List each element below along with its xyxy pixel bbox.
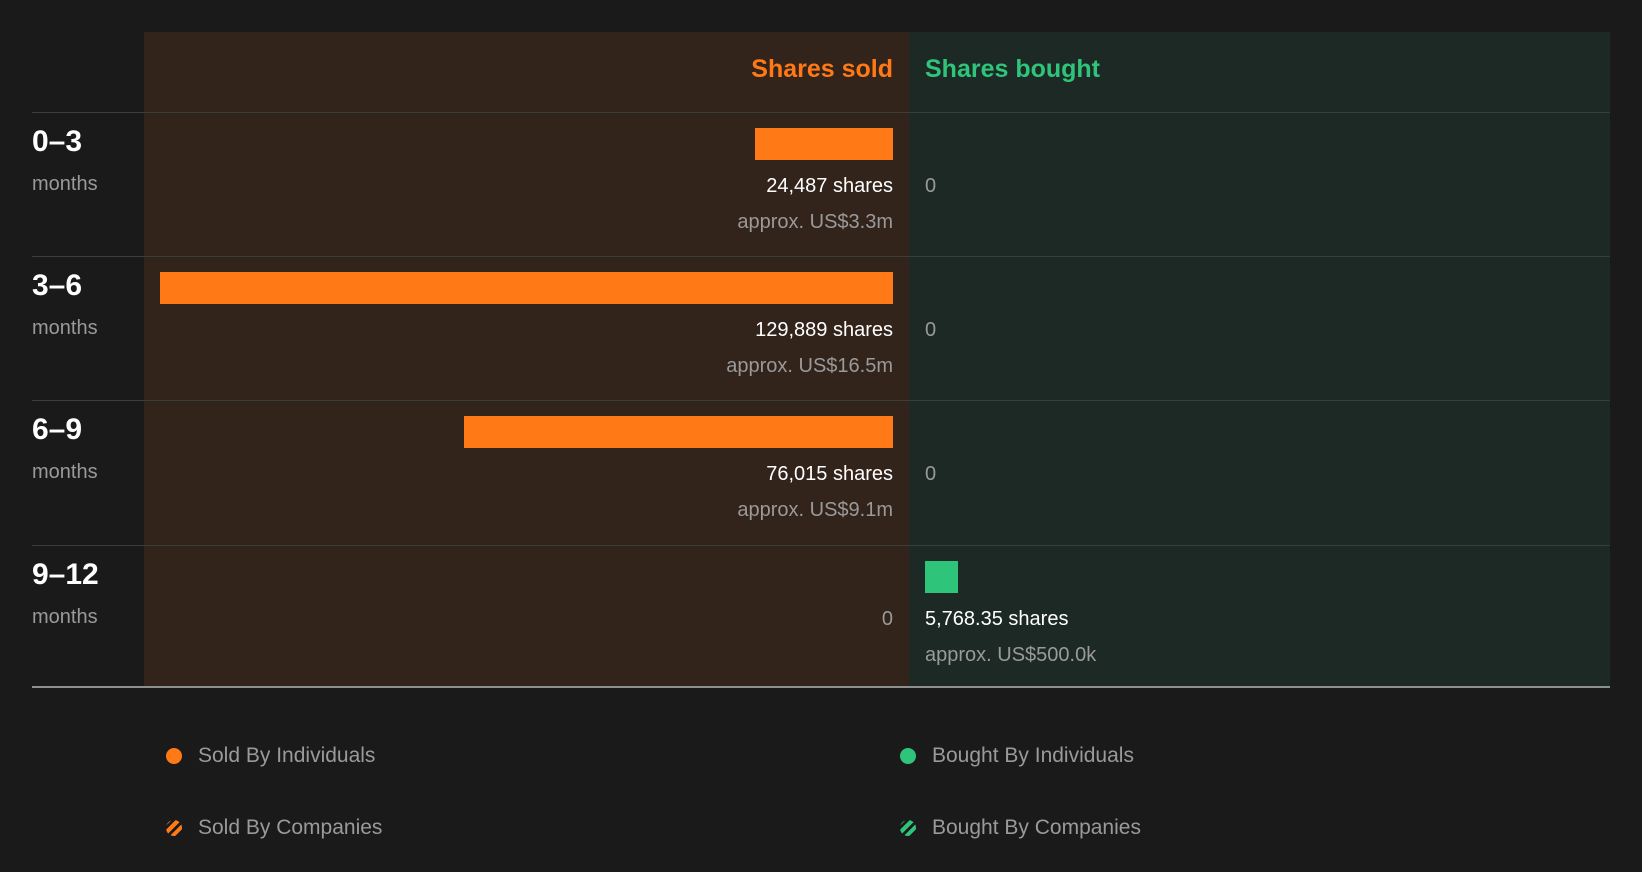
- period-unit: months: [32, 317, 98, 339]
- bought-zero-value: 0: [925, 463, 937, 485]
- period-unit: months: [32, 461, 98, 483]
- sold-approx-value: approx. US$16.5m: [726, 355, 893, 377]
- legend-label: Sold By Companies: [198, 816, 383, 839]
- sold-shares-value: 76,015 shares: [766, 463, 893, 485]
- period-row: 6–9 months 76,015 shares approx. US$9.1m 0: [0, 401, 1642, 545]
- sold-zero-value: 0: [881, 608, 893, 630]
- bought-bar[interactable]: [925, 561, 958, 593]
- shares-sold-header: Shares sold: [751, 55, 893, 83]
- period-label: 6–9: [32, 413, 83, 446]
- legend-label: Bought By Individuals: [932, 744, 1134, 767]
- legend-item-bought-companies[interactable]: Bought By Companies: [900, 816, 1141, 840]
- period-row: 3–6 months 129,889 shares approx. US$16.5m 0: [0, 257, 1642, 401]
- bought-approx-value: approx. US$500.0k: [925, 644, 1097, 666]
- bought-zero-value: 0: [925, 175, 937, 197]
- period-label: 3–6: [32, 269, 83, 302]
- period-label: 9–12: [32, 558, 99, 591]
- period-unit: months: [32, 606, 98, 628]
- legend-item-bought-individuals[interactable]: Bought By Individuals: [900, 744, 1134, 768]
- period-row: 0–3 months 24,487 shares approx. US$3.3m 0: [0, 113, 1642, 257]
- shares-bought-header: Shares bought: [925, 55, 1101, 83]
- period-label: 0–3: [32, 125, 83, 158]
- legend-item-sold-individuals[interactable]: Sold By Individuals: [166, 744, 375, 768]
- sold-bar[interactable]: [464, 416, 893, 448]
- sold-bar[interactable]: [754, 128, 893, 160]
- sold-shares-value: 24,487 shares: [766, 175, 893, 197]
- legend-swatch-sold-companies: [166, 820, 182, 836]
- sold-shares-value: 129,889 shares: [755, 319, 893, 341]
- legend-swatch-bought-individuals: [900, 748, 916, 764]
- period-row: 9–12 months 0 5,768.35 shares approx. US$500…: [0, 546, 1642, 690]
- period-unit: months: [32, 173, 98, 195]
- bought-shares-value: 5,768.35 shares: [925, 608, 1069, 630]
- sold-approx-value: approx. US$9.1m: [737, 499, 893, 521]
- sold-approx-value: approx. US$3.3m: [737, 211, 893, 233]
- legend-label: Sold By Individuals: [198, 744, 376, 767]
- bought-zero-value: 0: [925, 319, 937, 341]
- legend-item-sold-companies[interactable]: Sold By Companies: [166, 816, 382, 840]
- legend-swatch-bought-companies: [900, 820, 916, 836]
- sold-bar[interactable]: [160, 272, 893, 304]
- legend-swatch-sold-individuals: [166, 748, 182, 764]
- legend-label: Bought By Companies: [932, 816, 1141, 839]
